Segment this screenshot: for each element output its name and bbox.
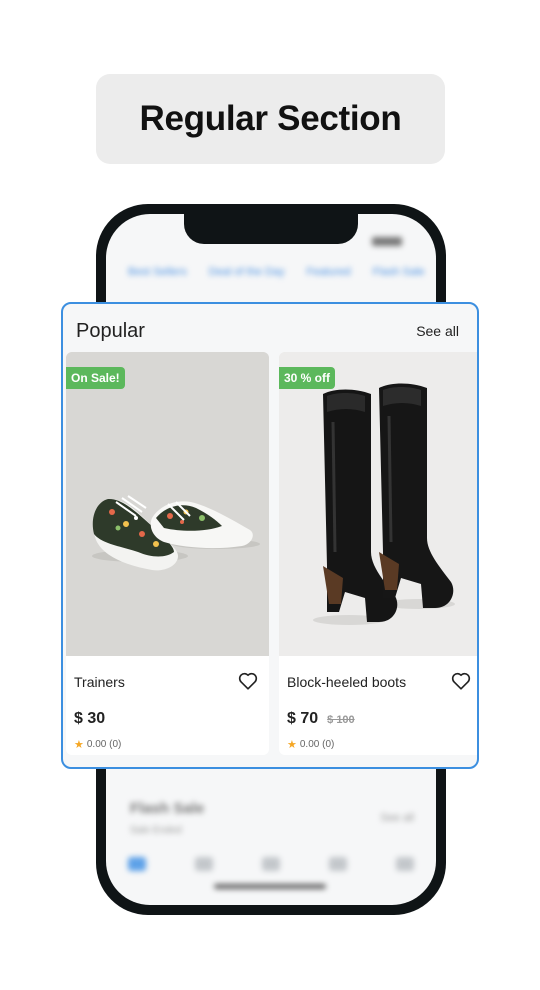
phone-notch: [184, 214, 358, 244]
bottom-nav: [128, 852, 414, 876]
search-icon: [262, 857, 280, 871]
home-indicator: [214, 884, 326, 889]
price-row: $ 30: [74, 710, 114, 728]
old-price: $ 100: [327, 714, 355, 726]
product-price: $ 70: [287, 710, 319, 727]
status-icons: [372, 237, 402, 246]
popular-section: Popular See all On Sale! Trainers $ 30 ★…: [61, 302, 479, 769]
phone-tab: Featured: [306, 266, 351, 278]
flash-sale-subtitle: Sale Ended: [130, 825, 182, 836]
discount-badge: 30 % off: [279, 367, 336, 389]
product-price: $ 30: [74, 710, 106, 727]
rating-value: 0.00 (0): [299, 739, 335, 750]
price-row: $ 70 $ 100: [287, 710, 355, 728]
product-name: Block-heeled boots: [287, 674, 407, 690]
phone-tab: Deal of the Day: [208, 266, 285, 278]
star-icon: ★: [74, 739, 84, 751]
rating: ★ 0.00 (0): [74, 738, 121, 751]
see-all-link[interactable]: See all: [416, 323, 459, 339]
product-card[interactable]: 30 % off Block-heeled boots $ 70 $ 100 ★…: [279, 352, 477, 755]
sale-badge: On Sale!: [66, 367, 125, 389]
section-heading: Popular: [76, 320, 145, 342]
profile-icon: [396, 857, 414, 871]
flash-sale-title: Flash Sale: [130, 800, 205, 817]
categories-icon: [195, 857, 213, 871]
rating: ★ 0.00 (0): [287, 738, 334, 751]
rating-value: 0.00 (0): [86, 739, 122, 750]
home-icon: [128, 857, 146, 871]
black-knee-boots-image[interactable]: [279, 352, 477, 656]
banner-title: Regular Section: [139, 99, 402, 138]
heart-outline-icon[interactable]: [450, 670, 472, 692]
star-icon: ★: [287, 739, 297, 751]
product-name: Trainers: [74, 674, 125, 690]
flash-see-all: See all: [380, 812, 414, 824]
cart-icon: [329, 857, 347, 871]
phone-tab: Flash Sale: [372, 266, 425, 278]
phone-tab: Best Sellers: [128, 266, 187, 278]
phone-tab-bar: Best Sellers Deal of the Day Featured Fl…: [128, 266, 436, 278]
product-card[interactable]: On Sale! Trainers $ 30 ★ 0.00 (0): [66, 352, 269, 755]
section-title-banner: Regular Section: [96, 74, 445, 164]
floral-sneakers-image[interactable]: [66, 352, 269, 656]
heart-outline-icon[interactable]: [237, 670, 259, 692]
